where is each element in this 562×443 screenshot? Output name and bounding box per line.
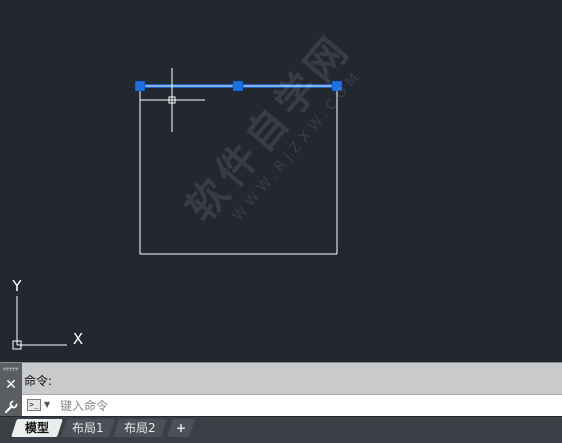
grip-midpoint[interactable]: [232, 80, 244, 92]
command-line-panel: ✕ 命令: >_ ▼: [0, 362, 562, 417]
tab-layout2-label: 布局2: [124, 421, 156, 435]
ucs-x-label: X: [73, 330, 83, 348]
ucs-icon: Y X: [11, 277, 83, 350]
tab-model-label: 模型: [24, 421, 49, 435]
command-prompt-icon[interactable]: >_: [27, 399, 41, 411]
crosshair-cursor: [140, 68, 205, 132]
command-panel-grip[interactable]: ✕: [0, 363, 22, 417]
command-history: 命令:: [24, 374, 53, 388]
close-icon[interactable]: ✕: [3, 377, 19, 393]
tab-model[interactable]: 模型: [11, 419, 63, 437]
drag-handle-icon[interactable]: [3, 367, 19, 371]
command-input[interactable]: [60, 397, 540, 414]
tab-layout1-label: 布局1: [72, 421, 104, 435]
tab-layout1[interactable]: 布局1: [61, 419, 115, 437]
wrench-icon[interactable]: [3, 399, 19, 415]
chevron-down-icon[interactable]: ▼: [44, 400, 50, 409]
tab-layout2[interactable]: 布局2: [113, 419, 167, 437]
grip-end[interactable]: [331, 80, 343, 92]
command-input-row[interactable]: >_ ▼: [22, 394, 562, 417]
model-space[interactable]: Y X: [0, 0, 562, 362]
layout-tab-bar: 模型 布局1 布局2 +: [0, 416, 562, 443]
add-layout-button[interactable]: +: [167, 419, 195, 437]
plus-icon: +: [175, 421, 187, 435]
drawing-canvas[interactable]: Y X 软件自学网 WWW.RJZXW.COM: [0, 0, 562, 362]
grip-start[interactable]: [134, 80, 146, 92]
ucs-y-label: Y: [11, 277, 22, 295]
